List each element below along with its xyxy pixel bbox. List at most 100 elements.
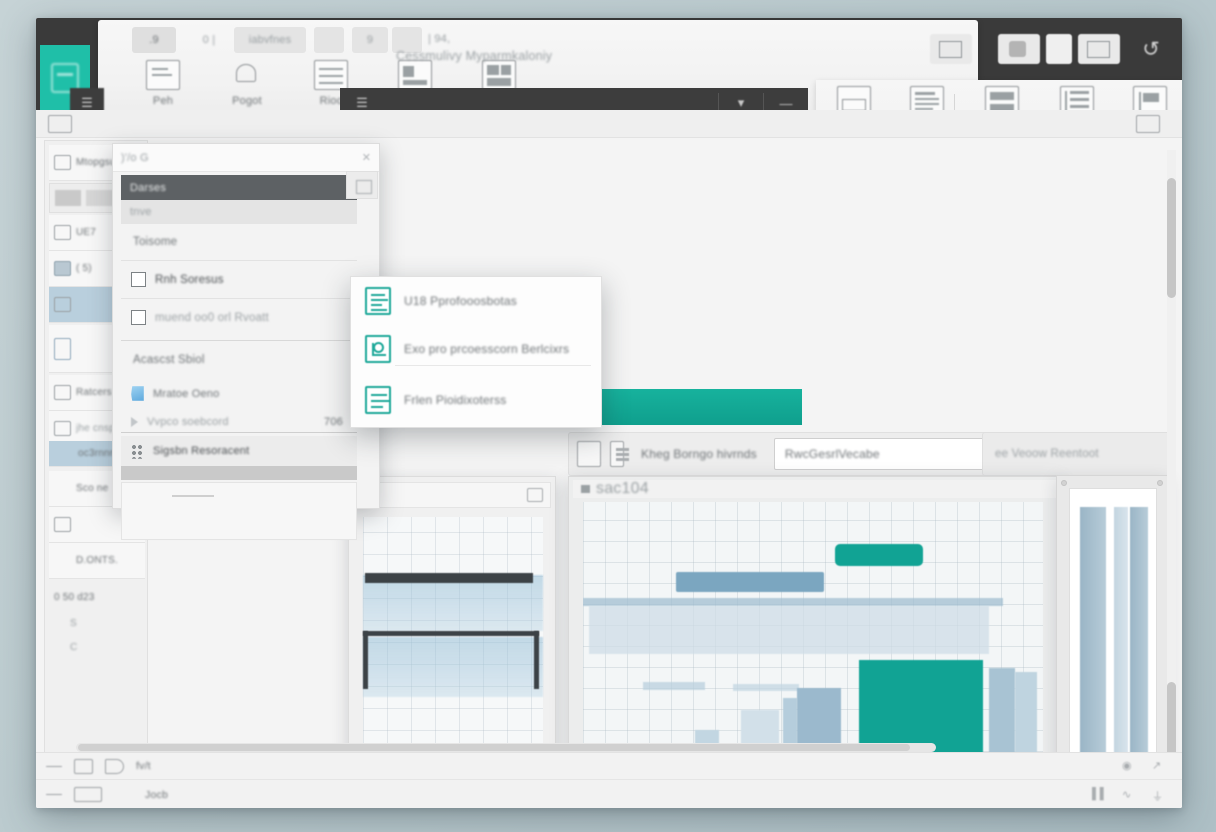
- dropdown-band: [121, 466, 357, 480]
- dropdown-selected-label: Darses: [130, 182, 166, 194]
- vertical-scrollbar[interactable]: [1167, 150, 1176, 800]
- panel-corner-1: [1061, 480, 1067, 486]
- dropdown-item-2-label: Sigsbn Resoracent: [153, 445, 249, 457]
- ribbon-tab-3[interactable]: [314, 27, 344, 53]
- rail-item-14[interactable]: C: [49, 635, 145, 659]
- dropdown-footer: [121, 482, 357, 540]
- dropdown-footer-line: [172, 495, 214, 497]
- chevron-icon[interactable]: [46, 794, 62, 795]
- ribbon-tab-2[interactable]: iabvfnes: [234, 27, 306, 53]
- dash-icon[interactable]: [46, 766, 62, 767]
- canvas-header: sac104: [573, 480, 1057, 498]
- context-menu-item-0-label: U18 Pprofooosbotas: [404, 294, 517, 308]
- rail-item-11-label: D.ONTS.: [76, 555, 118, 566]
- dropdown-checkbox-row-1[interactable]: muend oo0 orl Rvoatt: [121, 298, 357, 336]
- dropdown-item-1[interactable]: Vvpco soebcord 706: [121, 408, 357, 435]
- dropdown-title: )'/o G: [121, 152, 362, 164]
- ribbon-tab-4[interactable]: 9: [352, 27, 388, 53]
- close-icon[interactable]: ✕: [362, 151, 371, 164]
- arrow-icon[interactable]: ↗: [1152, 759, 1168, 773]
- dropdown-sub-row[interactable]: tnve: [121, 200, 357, 224]
- canvas-header-dot: [581, 485, 590, 493]
- scrollbar-thumb-upper[interactable]: [1167, 178, 1176, 298]
- canvas-toolbar-input-value: RwcGesrlVecabe: [785, 447, 880, 461]
- checkbox-0[interactable]: [131, 272, 146, 287]
- dropdown-item-2[interactable]: Sigsbn Resoracent: [121, 436, 357, 466]
- context-menu-item-2[interactable]: Frlen Pioidixoterss: [351, 376, 601, 423]
- refresh-icon[interactable]: ↺: [1128, 28, 1174, 70]
- copy-icon: [54, 338, 71, 360]
- dropdown-panel: )'/o G ✕ Darses tnve Toisome Rnh Soresus…: [112, 143, 380, 509]
- ribbon-button-paint[interactable]: Pogot: [216, 60, 278, 107]
- ws-icon-right[interactable]: [1136, 115, 1160, 133]
- chart-icon[interactable]: ⏚: [1152, 788, 1168, 802]
- dark-square-icon[interactable]: [998, 34, 1040, 64]
- rail-item-11[interactable]: D.ONTS.: [49, 543, 145, 579]
- ribbon-button-paint-label: Pogot: [232, 95, 262, 107]
- application-window: M ro .9 0 | iabvfnes 9 | 94,: [36, 18, 1182, 808]
- canvas-header-label: sac104: [596, 480, 649, 498]
- rail-item-9-label: Sco ne: [76, 483, 108, 494]
- dropdown-checkbox-row-0[interactable]: Rnh Soresus: [121, 260, 357, 298]
- horizontal-scrollbar[interactable]: [76, 743, 936, 752]
- ribbon-tab-4-label: 9: [367, 34, 373, 46]
- scrollbar-thumb-lower[interactable]: [1167, 682, 1176, 760]
- check-icon[interactable]: [114, 787, 133, 802]
- context-menu-item-1-label: Exo pro prcoesscorn Berlcixrs: [404, 342, 569, 356]
- status-bar: fv/t ◉ ↗ Jocb ▌▌ ∿ ⏚: [36, 752, 1182, 808]
- ribbon-tab-0[interactable]: .9: [132, 27, 176, 53]
- dropdown-selected-row[interactable]: Darses: [121, 175, 357, 200]
- column-icon[interactable]: [610, 441, 624, 467]
- mini-panel-header: (6: [355, 482, 551, 508]
- titlebar-controls: [930, 32, 1120, 66]
- zoom-icon[interactable]: ◉: [1122, 759, 1138, 773]
- context-menu-separator: [395, 365, 591, 366]
- grid-icon[interactable]: [577, 441, 601, 467]
- status-row-1-label: Jocb: [145, 789, 168, 801]
- chart-block-blue-row-b: [733, 684, 799, 691]
- expand-icon[interactable]: [527, 488, 543, 502]
- bar-icon[interactable]: ▌▌: [1092, 788, 1108, 802]
- keyboard-icon[interactable]: [74, 787, 102, 802]
- paint-icon: [230, 60, 264, 90]
- canvas-toolbar-right-value: ee Veoow Reentoot: [995, 448, 1099, 460]
- ribbon-button-pen[interactable]: Peh: [132, 60, 194, 107]
- status-row-0: fv/t ◉ ↗: [36, 753, 1182, 780]
- rail-item-2-label: UE7: [76, 227, 96, 238]
- rail-item-12[interactable]: 0 50 d23: [49, 579, 145, 615]
- image-icon[interactable]: [930, 34, 972, 64]
- overflow-icon[interactable]: [1046, 34, 1072, 64]
- cup-icon[interactable]: [105, 759, 124, 774]
- workspace: Mtopgsu UE7 ( 5) Ratcers: [36, 110, 1182, 808]
- ws-icon-1[interactable]: [48, 115, 72, 133]
- checkbox-1[interactable]: [131, 310, 146, 325]
- context-menu-item-0[interactable]: U18 Pprofooosbotas: [351, 277, 601, 324]
- ribbon-tab-6-label: | 94,: [428, 33, 450, 45]
- workspace-toolbar: [36, 110, 1182, 138]
- sparkle-icon: [131, 444, 144, 459]
- folder-icon: [54, 385, 71, 400]
- document-outline-icon: [365, 287, 391, 315]
- rail-item-13[interactable]: S: [49, 611, 145, 635]
- tag-icon[interactable]: [74, 759, 93, 774]
- context-menu-item-2-label: Frlen Pioidixoterss: [404, 393, 507, 407]
- horizontal-scrollbar-thumb[interactable]: [78, 744, 910, 751]
- dropdown-item-0[interactable]: Mratoe Oeno: [121, 380, 357, 407]
- rail-item-6-label: Ratcers: [76, 387, 112, 398]
- frame-icon: [54, 517, 71, 532]
- export-icon[interactable]: [1078, 34, 1120, 64]
- ribbon-tab-1[interactable]: 0 |: [194, 27, 224, 53]
- mini-darkbar-4: [534, 631, 539, 689]
- chart-block-teal-pill-top: [835, 544, 923, 566]
- dropdown-divider-mid: [121, 432, 357, 433]
- picker-icon[interactable]: [346, 171, 378, 199]
- selection-icon: [54, 297, 71, 312]
- ws-icon-2[interactable]: [88, 115, 112, 133]
- mini-band-2: [363, 637, 543, 697]
- canvas-toolbar-right-field[interactable]: ee Veoow Reentoot: [982, 432, 1172, 476]
- rail-item-12-label: 0 50 d23: [54, 592, 95, 603]
- scan-icon: [54, 481, 71, 496]
- mini-data-grid[interactable]: [363, 517, 543, 753]
- dropdown-sub-label: tnve: [130, 206, 152, 218]
- wave-icon[interactable]: ∿: [1122, 788, 1138, 802]
